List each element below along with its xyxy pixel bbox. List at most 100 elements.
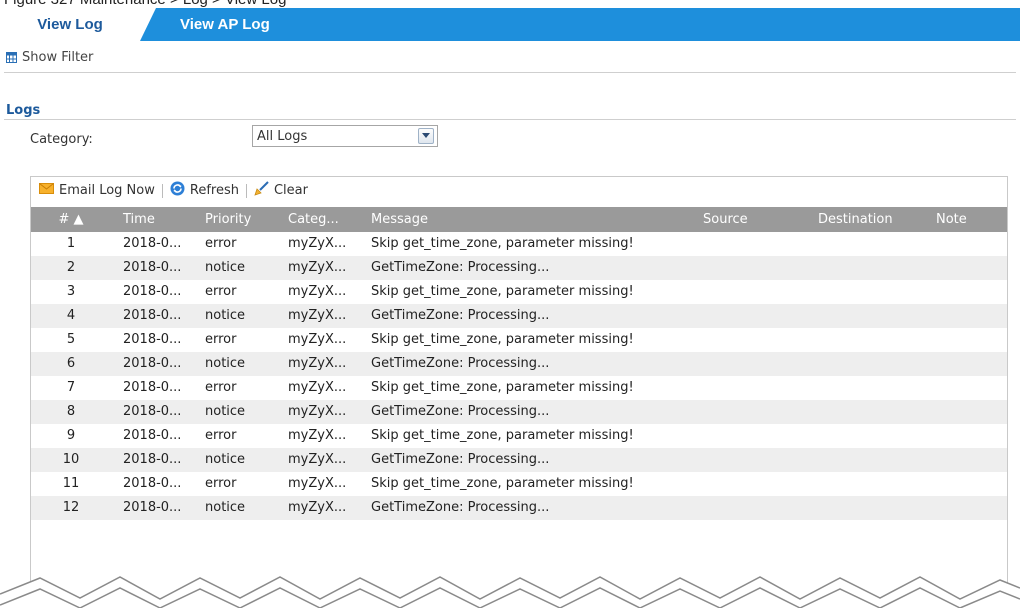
cell-message: Skip get_time_zone, parameter missing! [371,236,634,251]
cell-message: GetTimeZone: Processing... [371,356,550,371]
cell-message: GetTimeZone: Processing... [371,500,550,515]
cell-category: myZyX... [288,500,347,515]
table-row[interactable]: 12 2018-0... notice myZyX... GetTimeZone… [31,496,1007,520]
refresh-label: Refresh [189,183,239,198]
table-row[interactable]: 5 2018-0... error myZyX... Skip get_time… [31,328,1007,352]
table-header: # ▲ Time Priority Categ... Message Sourc… [31,207,1007,232]
figure-caption-cut: Figure 327 Maintenance > Log > View Log [0,0,1020,8]
table-row[interactable]: 2 2018-0... notice myZyX... GetTimeZone:… [31,256,1007,280]
cell-message: GetTimeZone: Processing... [371,260,550,275]
cell-category: myZyX... [288,260,347,275]
table-row[interactable]: 10 2018-0... notice myZyX... GetTimeZone… [31,448,1007,472]
section-divider [4,119,1016,120]
cell-number: 12 [62,500,80,515]
email-log-now-label: Email Log Now [59,183,155,198]
table-row[interactable]: 9 2018-0... error myZyX... Skip get_time… [31,424,1007,448]
category-select[interactable]: All Logs [252,125,438,147]
cell-priority: error [205,380,237,395]
cell-time: 2018-0... [123,452,182,467]
show-filter-button[interactable]: Show Filter [6,50,93,65]
table-icon [6,52,17,63]
column-header-destination[interactable]: Destination [818,207,893,232]
column-header-time[interactable]: Time [123,207,155,232]
cell-number: 11 [62,476,80,491]
column-header-note[interactable]: Note [936,207,967,232]
column-header-priority[interactable]: Priority [205,207,251,232]
log-table: Email Log Now Refresh Clear # ▲ Time Pri… [30,176,1008,608]
cell-priority: error [205,236,237,251]
column-header-message[interactable]: Message [371,207,428,232]
cell-message: Skip get_time_zone, parameter missing! [371,476,634,491]
cell-time: 2018-0... [123,284,182,299]
refresh-button[interactable]: Refresh [170,181,239,200]
table-row[interactable]: 3 2018-0... error myZyX... Skip get_time… [31,280,1007,304]
cell-category: myZyX... [288,284,347,299]
cell-message: GetTimeZone: Processing... [371,404,550,419]
cell-message: Skip get_time_zone, parameter missing! [371,380,634,395]
cell-category: myZyX... [288,380,347,395]
column-header-category[interactable]: Categ... [288,207,339,232]
cell-number: 6 [66,356,76,371]
cell-message: Skip get_time_zone, parameter missing! [371,332,634,347]
toolbar-separator [161,183,163,198]
category-label: Category: [30,132,93,147]
cell-category: myZyX... [288,452,347,467]
cell-category: myZyX... [288,356,347,371]
cell-number: 4 [66,308,76,323]
cell-priority: notice [205,308,246,323]
clear-button[interactable]: Clear [254,181,308,200]
chevron-down-icon[interactable] [418,128,434,144]
cell-number: 9 [66,428,76,443]
cell-time: 2018-0... [123,236,182,251]
cell-number: 5 [66,332,76,347]
tab-view-ap-log[interactable]: View AP Log [180,8,280,41]
cell-priority: error [205,476,237,491]
column-header-source[interactable]: Source [703,207,748,232]
cell-category: myZyX... [288,428,347,443]
log-toolbar: Email Log Now Refresh Clear [31,177,1007,204]
cell-priority: notice [205,356,246,371]
table-row[interactable]: 11 2018-0... error myZyX... Skip get_tim… [31,472,1007,496]
column-header-number[interactable]: # ▲ [51,207,91,232]
cell-priority: error [205,284,237,299]
cell-time: 2018-0... [123,428,182,443]
email-log-now-button[interactable]: Email Log Now [39,183,155,198]
refresh-icon [170,181,185,200]
cell-message: Skip get_time_zone, parameter missing! [371,428,634,443]
table-row[interactable]: 4 2018-0... notice myZyX... GetTimeZone:… [31,304,1007,328]
table-row[interactable]: 8 2018-0... notice myZyX... GetTimeZone:… [31,400,1007,424]
cell-priority: error [205,332,237,347]
tab-bar: View Log View AP Log [0,8,1020,41]
cell-time: 2018-0... [123,404,182,419]
cell-message: GetTimeZone: Processing... [371,452,550,467]
section-title: Logs [6,103,41,118]
cell-category: myZyX... [288,308,347,323]
figure-caption: Figure 327 Maintenance > Log > View Log [4,0,286,8]
cell-priority: notice [205,500,246,515]
cell-time: 2018-0... [123,332,182,347]
cell-priority: notice [205,404,246,419]
table-row[interactable]: 1 2018-0... error myZyX... Skip get_time… [31,232,1007,256]
cell-time: 2018-0... [123,500,182,515]
cell-number: 1 [66,236,76,251]
show-filter-label: Show Filter [22,50,94,65]
cell-category: myZyX... [288,476,347,491]
cell-category: myZyX... [288,404,347,419]
cell-time: 2018-0... [123,476,182,491]
cell-number: 2 [66,260,76,275]
broom-icon [254,181,269,200]
cell-message: Skip get_time_zone, parameter missing! [371,284,634,299]
cell-number: 8 [66,404,76,419]
cell-priority: notice [205,260,246,275]
cell-time: 2018-0... [123,356,182,371]
cell-number: 3 [66,284,76,299]
cell-time: 2018-0... [123,308,182,323]
table-row[interactable]: 6 2018-0... notice myZyX... GetTimeZone:… [31,352,1007,376]
cell-time: 2018-0... [123,380,182,395]
cell-number: 7 [66,380,76,395]
table-body: 1 2018-0... error myZyX... Skip get_time… [31,232,1007,520]
cell-category: myZyX... [288,332,347,347]
torn-edge [0,576,1020,608]
tab-view-log[interactable]: View Log [0,8,156,41]
table-row[interactable]: 7 2018-0... error myZyX... Skip get_time… [31,376,1007,400]
